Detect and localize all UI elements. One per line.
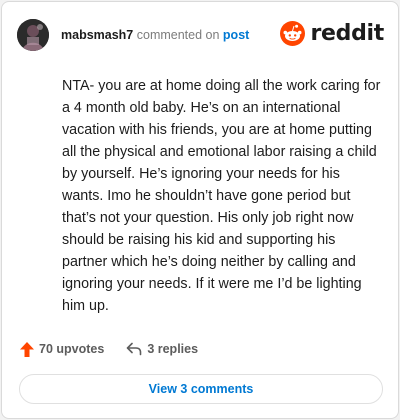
upvote-button[interactable]: 70 upvotes xyxy=(20,341,105,357)
comment-card: mabsmash7 commented on post reddit NTA- … xyxy=(1,1,399,419)
upvote-arrow-icon xyxy=(20,341,34,357)
username-link[interactable]: mabsmash7 xyxy=(61,28,133,42)
upvote-count: 70 upvotes xyxy=(39,342,105,356)
comment-header: mabsmash7 commented on post reddit xyxy=(17,19,384,51)
reddit-brand[interactable]: reddit xyxy=(280,21,384,46)
replies-button[interactable]: 3 replies xyxy=(126,342,198,356)
avatar-image xyxy=(17,19,49,51)
post-link[interactable]: post xyxy=(223,28,249,42)
reddit-logo-icon xyxy=(280,21,306,46)
replies-count: 3 replies xyxy=(147,342,199,356)
comment-body: NTA- you are at home doing all the work … xyxy=(62,78,381,314)
avatar[interactable] xyxy=(17,19,49,51)
view-comments-button[interactable]: View 3 comments xyxy=(19,374,383,404)
reply-arrow-icon xyxy=(127,342,142,356)
commented-on-text: commented on xyxy=(136,28,220,42)
comment-meta: mabsmash7 commented on post xyxy=(61,27,249,43)
comment-actions: 70 upvotes 3 replies xyxy=(20,340,198,358)
reddit-wordmark: reddit xyxy=(310,21,384,46)
